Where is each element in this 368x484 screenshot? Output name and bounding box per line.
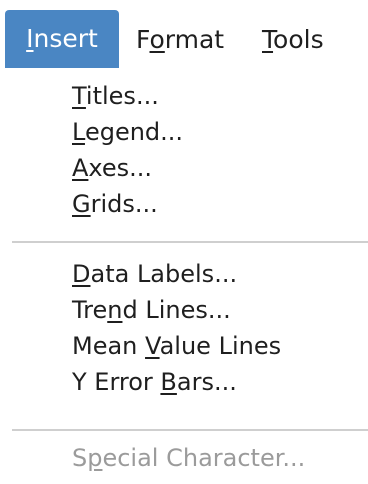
menu-tools-mnemonic: T [262,25,274,54]
label-post: d Lines... [122,296,231,324]
menu-insert[interactable]: Insert [5,10,119,68]
label-mnemonic: n [107,296,123,324]
label-post: alue Lines [159,332,282,360]
label-post: ecial Character... [102,444,306,472]
insert-dropdown-menu: Titles... Legend... Axes... Grids... Dat… [0,68,368,484]
label-post: ata Labels... [90,260,238,288]
label-pre: S [72,444,88,472]
menu-item-data-labels[interactable]: Data Labels... [72,258,237,290]
menu-format-suffix: rmat [164,25,225,54]
label-mnemonic: p [87,444,103,472]
label-post: rids... [90,190,158,218]
label-post: ars... [176,368,237,396]
label-mnemonic: L [72,118,85,146]
label-mnemonic: V [145,332,160,360]
label-mnemonic: A [72,154,89,182]
menu-tools[interactable]: Tools [262,12,324,68]
menu-item-axes[interactable]: Axes... [72,152,152,184]
menu-insert-suffix: nsert [33,24,98,53]
label-post: xes... [88,154,153,182]
menu-tools-suffix: ools [273,25,324,54]
label-post: egend... [84,118,184,146]
label-pre: Mean [72,332,146,360]
menu-separator [12,241,368,243]
menu-item-mean-value-lines[interactable]: Mean Value Lines [72,330,281,362]
menu-format-mnemonic: o [149,25,165,54]
menu-item-trend-lines[interactable]: Trend Lines... [72,294,231,326]
menu-item-legend[interactable]: Legend... [72,116,183,148]
label-mnemonic: T [72,82,86,110]
menu-separator [12,429,368,431]
menu-item-grids[interactable]: Grids... [72,188,158,220]
label-mnemonic: B [160,368,177,396]
menu-item-y-error-bars[interactable]: Y Error Bars... [72,366,237,398]
menubar: Insert Format Tools [0,0,368,68]
label-post: itles... [85,82,159,110]
menu-format[interactable]: Format [136,12,224,68]
label-mnemonic: G [72,190,91,218]
menu-insert-mnemonic: I [26,24,34,53]
label-mnemonic: D [72,260,91,288]
label-pre: Tre [72,296,108,324]
menu-item-titles[interactable]: Titles... [72,80,159,112]
menu-item-special-character: Special Character... [72,442,305,474]
label-pre: Y Error [72,368,161,396]
menu-format-prefix: F [136,25,150,54]
